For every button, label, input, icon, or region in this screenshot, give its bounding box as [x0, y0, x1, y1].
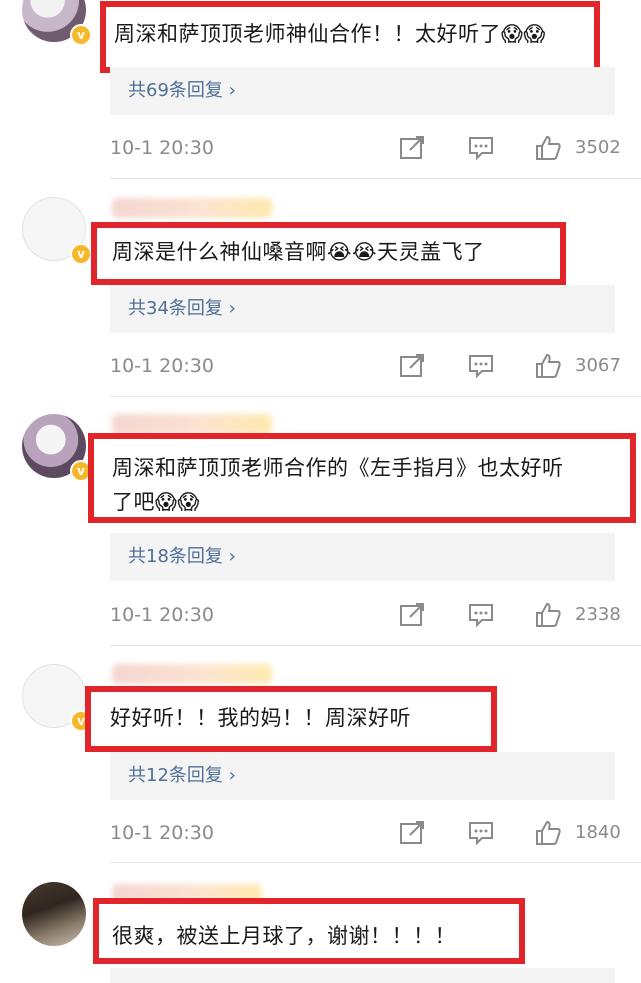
reply-count-link[interactable]: 共12条回复 › — [110, 752, 615, 800]
like-count: 2338 — [575, 604, 621, 625]
verified-badge-icon: v — [70, 243, 92, 265]
avatar-image — [22, 882, 86, 946]
comment-time: 10-1 20:30 — [110, 355, 214, 377]
divider — [110, 178, 641, 179]
comment-text: 好好听！！我的妈！！周深好听 — [110, 706, 411, 730]
comment-text: 周深和萨顶顶老师神仙合作！！太好听了😱😱 — [114, 22, 546, 46]
comment-icon[interactable] — [467, 353, 495, 379]
avatar[interactable]: v — [22, 664, 92, 732]
username-blurred — [112, 664, 272, 684]
comment-time: 10-1 20:30 — [110, 822, 214, 844]
divider — [110, 396, 641, 397]
like-count: 3502 — [575, 137, 621, 158]
reply-count-link[interactable]: 共34条回复 › — [110, 285, 615, 333]
comment-meta: 10-1 20:30 1840 — [110, 818, 621, 848]
divider — [110, 645, 641, 646]
comment-time: 10-1 20:30 — [110, 137, 214, 159]
username-blurred — [112, 198, 272, 218]
like-icon[interactable] — [534, 602, 562, 628]
divider — [110, 862, 641, 863]
share-icon[interactable] — [398, 602, 426, 628]
comment-icon[interactable] — [467, 135, 495, 161]
comment-icon[interactable] — [467, 602, 495, 628]
comment-text-line-2: 了吧😱😱 — [112, 490, 200, 514]
comment-text-line-1: 周深和萨顶顶老师合作的《左手指月》也太好听 — [112, 456, 564, 480]
reply-count-link[interactable]: 共18条回复 › — [110, 533, 615, 581]
share-icon[interactable] — [398, 820, 426, 846]
like-icon[interactable] — [534, 135, 562, 161]
verified-badge-icon: v — [70, 24, 92, 46]
avatar[interactable]: v — [22, 197, 92, 265]
reply-count-link-partial[interactable] — [110, 968, 615, 983]
comment-meta: 10-1 20:30 3067 — [110, 351, 621, 381]
comment-text: 周深是什么神仙嗓音啊😭😭天灵盖飞了 — [112, 240, 485, 264]
like-icon[interactable] — [534, 353, 562, 379]
share-icon[interactable] — [398, 353, 426, 379]
avatar[interactable] — [22, 882, 86, 946]
avatar[interactable]: v — [22, 0, 92, 46]
avatar[interactable]: v — [22, 414, 92, 482]
comment-text: 很爽，被送上月球了，谢谢！！！！ — [112, 924, 456, 948]
like-count: 1840 — [575, 822, 621, 843]
share-icon[interactable] — [398, 135, 426, 161]
reply-count-link[interactable]: 共69条回复 › — [110, 67, 615, 115]
comment-meta: 10-1 20:30 3502 — [110, 133, 621, 163]
like-count: 3067 — [575, 355, 621, 376]
comment-icon[interactable] — [467, 820, 495, 846]
like-icon[interactable] — [534, 820, 562, 846]
comment-meta: 10-1 20:30 2338 — [110, 600, 621, 630]
comment-time: 10-1 20:30 — [110, 604, 214, 626]
username-blurred — [112, 414, 272, 434]
